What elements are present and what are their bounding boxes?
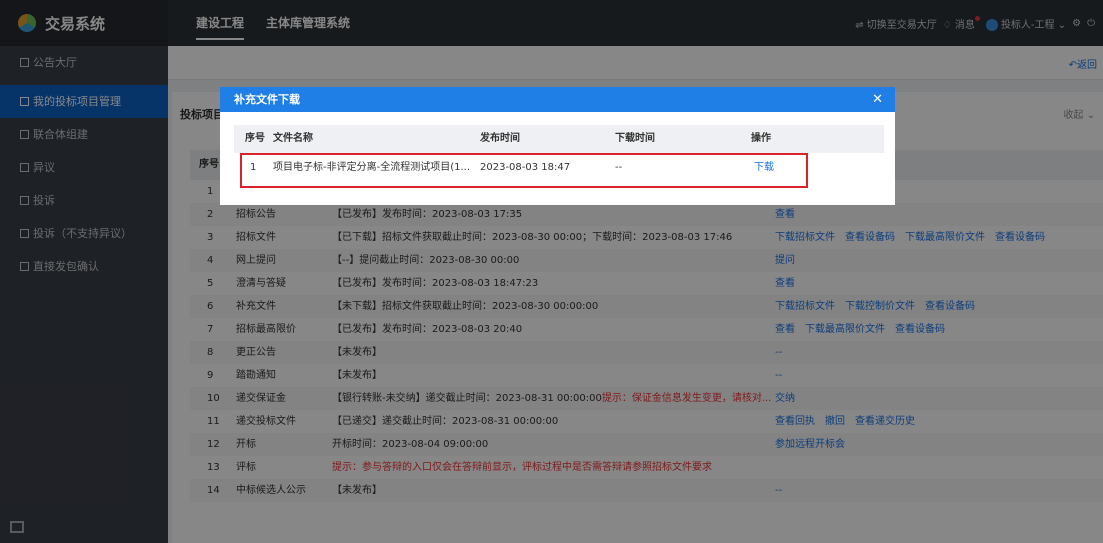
column-header-file-name: 文件名称 bbox=[273, 133, 313, 144]
close-icon[interactable]: ✕ bbox=[872, 87, 883, 112]
modal-header: 补充文件下载 ✕ bbox=[220, 87, 895, 112]
modal-table-header: 序号 文件名称 发布时间 下载时间 操作 bbox=[234, 125, 884, 153]
modal-overlay bbox=[0, 0, 1103, 543]
modal-title: 补充文件下载 bbox=[234, 93, 300, 106]
column-header-publish-time: 发布时间 bbox=[480, 133, 520, 144]
highlight-box bbox=[240, 153, 808, 188]
column-header-download-time: 下载时间 bbox=[615, 133, 655, 144]
column-header-ops: 操作 bbox=[751, 133, 771, 144]
column-header-no: 序号 bbox=[245, 133, 265, 144]
